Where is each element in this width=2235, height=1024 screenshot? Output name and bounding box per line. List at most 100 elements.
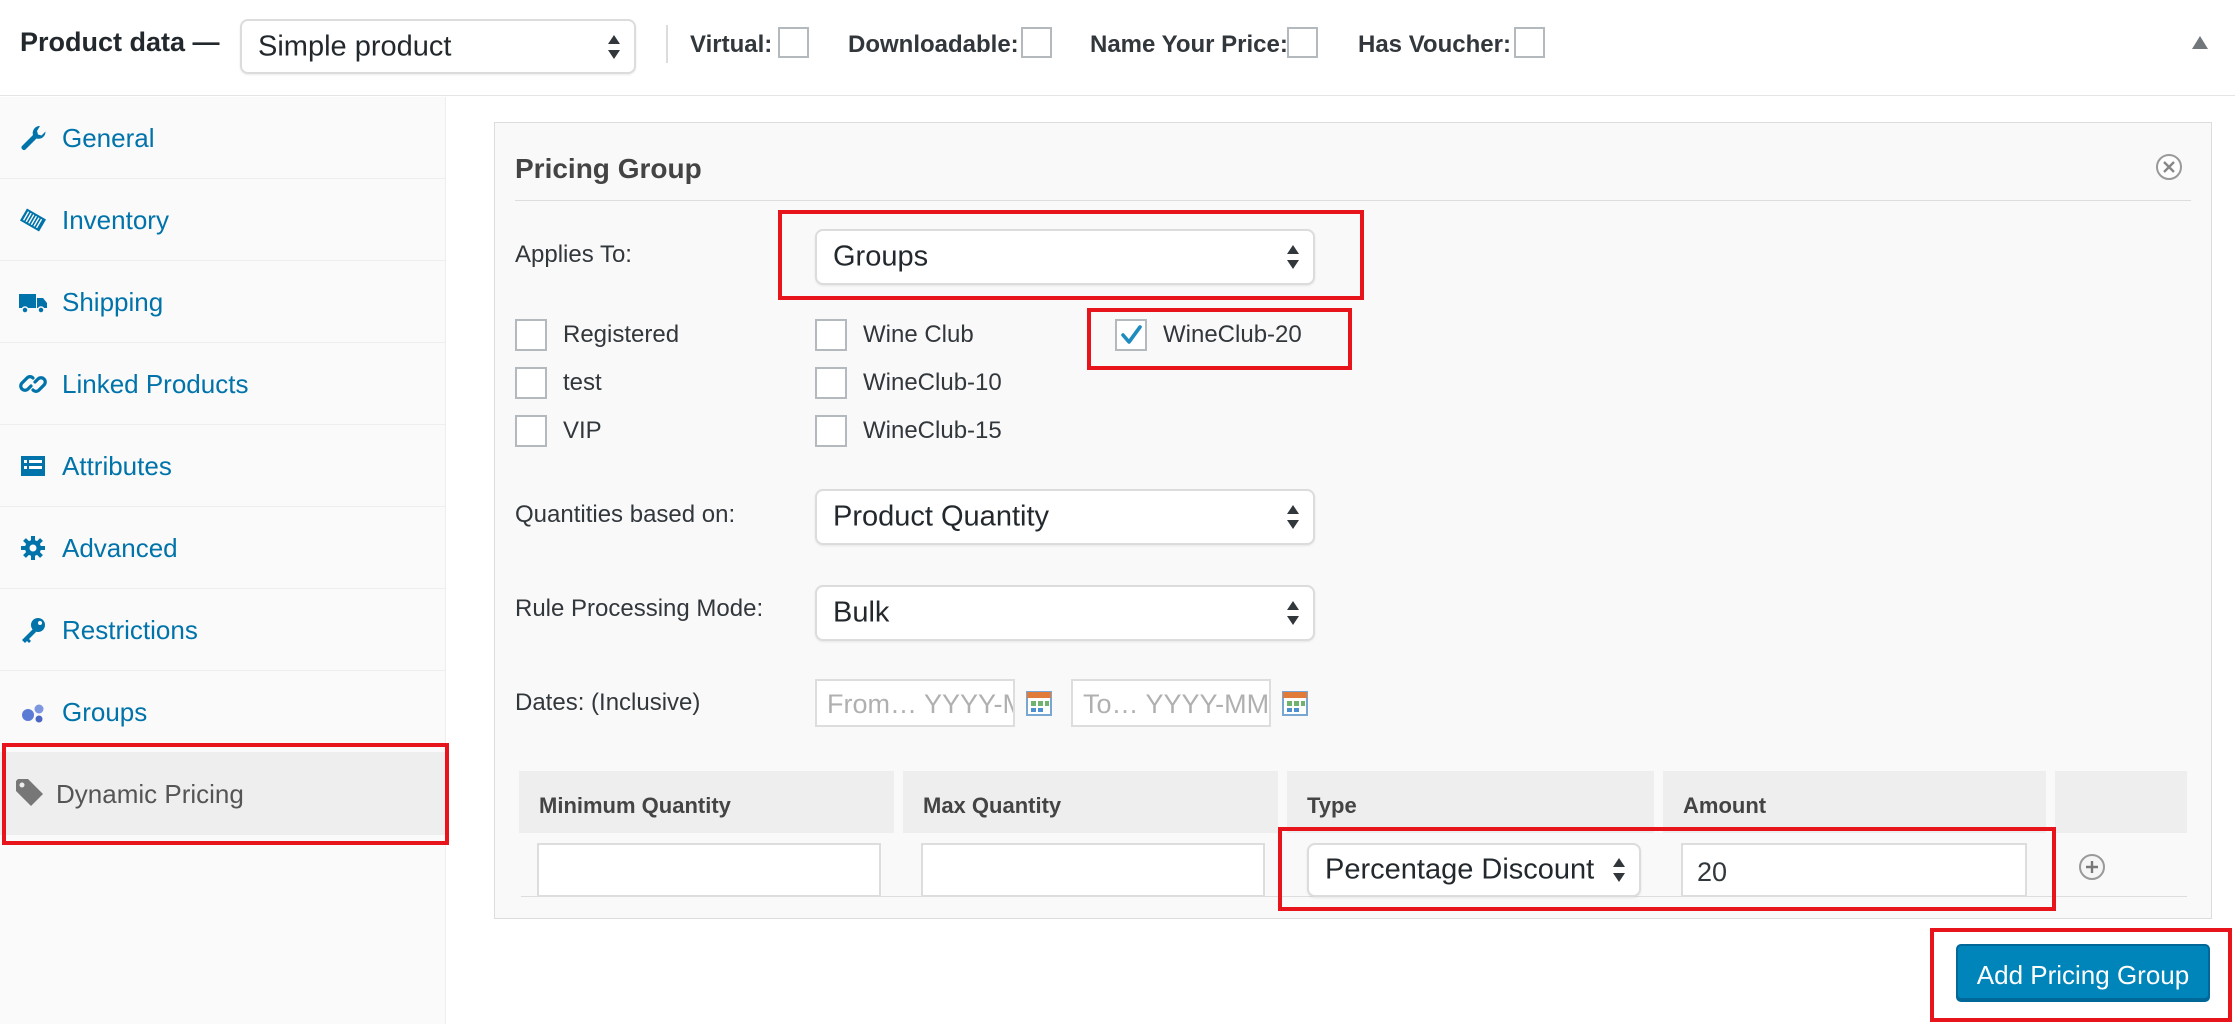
group-checkbox-wine-club[interactable] (815, 319, 847, 351)
groups-icon (22, 704, 44, 723)
add-pricing-group-button[interactable]: Add Pricing Group (1956, 944, 2210, 1000)
tab-advanced-label: Advanced (62, 533, 178, 563)
group-checkbox-test[interactable] (515, 367, 547, 399)
tab-linked-products-label: Linked Products (62, 369, 249, 399)
tab-groups-label: Groups (62, 697, 148, 727)
product-data-header: Product data — Simple product Virtual: D… (0, 0, 2235, 96)
calendar-icon[interactable] (1025, 689, 1053, 717)
date-to-placeholder: To… YYYY-MM-DD (1083, 689, 1270, 719)
discount-type-value: Percentage Discount (1325, 853, 1595, 886)
group-label-wineclub-10: WineClub-10 (863, 369, 1002, 396)
downloadable-checkbox[interactable] (1021, 27, 1052, 58)
tab-attributes-label: Attributes (62, 451, 172, 481)
product-data-tabs: General Inventory Shipping Linked Produc… (0, 97, 446, 1024)
amount-value: 20 (1697, 857, 1728, 887)
tab-groups[interactable]: Groups (0, 671, 445, 753)
select-arrows-icon (1613, 858, 1625, 882)
group-label-wine-club: Wine Club (863, 321, 974, 348)
tab-shipping[interactable]: Shipping (0, 261, 445, 343)
group-checkbox-vip[interactable] (515, 415, 547, 447)
calendar-icon[interactable] (1281, 689, 1309, 717)
select-arrows-icon (1287, 601, 1299, 625)
rule-processing-mode-value: Bulk (833, 596, 890, 629)
column-header-type: Type (1287, 771, 1654, 833)
link-icon (19, 375, 47, 393)
tab-general-label: General (62, 123, 155, 153)
select-arrows-icon (1287, 245, 1299, 269)
name-your-price-checkbox[interactable] (1287, 27, 1318, 58)
product-type-select[interactable]: Simple product (240, 19, 636, 74)
applies-to-value: Groups (833, 240, 929, 273)
pricing-group-title: Pricing Group (515, 153, 702, 184)
quantities-based-on-value: Product Quantity (833, 500, 1049, 533)
virtual-label: Virtual: (690, 31, 773, 58)
tab-linked-products[interactable]: Linked Products (0, 343, 445, 425)
group-checkbox-registered[interactable] (515, 319, 547, 351)
wrench-icon (21, 125, 46, 150)
tab-inventory-label: Inventory (62, 205, 169, 235)
column-header-type-label: Type (1307, 793, 1357, 818)
column-header-amount-label: Amount (1683, 793, 1767, 818)
applies-to-select[interactable]: Groups (815, 229, 1315, 285)
virtual-checkbox[interactable] (778, 27, 809, 58)
tab-dynamic-pricing-label: Dynamic Pricing (56, 779, 244, 809)
name-your-price-label: Name Your Price: (1090, 31, 1288, 58)
select-arrows-icon (1287, 505, 1299, 529)
column-header-min-qty: Minimum Quantity (519, 771, 894, 833)
tab-shipping-label: Shipping (62, 287, 164, 317)
product-type-value: Simple product (258, 30, 452, 62)
key-icon (22, 618, 45, 643)
column-header-max-qty-label: Max Quantity (923, 793, 1062, 818)
tag-icon (19, 208, 47, 232)
group-label-wineclub-20: WineClub-20 (1163, 321, 1302, 348)
group-checkbox-wineclub-15[interactable] (815, 415, 847, 447)
tab-restrictions[interactable]: Restrictions (0, 589, 445, 671)
group-label-vip: VIP (563, 417, 602, 444)
discount-type-select[interactable]: Percentage Discount (1307, 843, 1641, 897)
rule-processing-mode-select[interactable]: Bulk (815, 585, 1315, 641)
group-checkbox-wineclub-20[interactable] (1115, 319, 1147, 351)
column-header-max-qty: Max Quantity (903, 771, 1278, 833)
add-pricing-group-label: Add Pricing Group (1976, 960, 2190, 990)
column-header-min-qty-label: Minimum Quantity (539, 793, 731, 818)
price-tag-icon (16, 779, 43, 806)
list-icon (21, 456, 45, 476)
panel-title-divider (515, 200, 2191, 201)
min-quantity-input[interactable] (537, 843, 881, 897)
group-label-test: test (563, 369, 602, 396)
date-from-placeholder: From… YYYY-MM-DD (827, 689, 1013, 719)
applies-to-label: Applies To: (515, 241, 632, 268)
product-data-title: Product data — (20, 27, 220, 57)
has-voucher-checkbox[interactable] (1514, 27, 1545, 58)
tab-restrictions-label: Restrictions (62, 615, 198, 645)
pricing-group-panel: Pricing Group Applies To: Groups Registe… (494, 122, 2212, 919)
dates-label: Dates: (Inclusive) (515, 689, 701, 716)
tab-attributes[interactable]: Attributes (0, 425, 445, 507)
quantities-based-on-label: Quantities based on: (515, 501, 736, 528)
tab-dynamic-pricing[interactable]: Dynamic Pricing (0, 753, 445, 835)
select-arrows-icon (608, 34, 620, 59)
remove-group-icon[interactable] (2155, 153, 2183, 181)
group-label-wineclub-15: WineClub-15 (863, 417, 1002, 444)
tab-advanced[interactable]: Advanced (0, 507, 445, 589)
date-from-input[interactable]: From… YYYY-MM-DD (815, 679, 1015, 727)
has-voucher-label: Has Voucher: (1358, 31, 1511, 58)
group-label-registered: Registered (563, 321, 680, 348)
date-to-input[interactable]: To… YYYY-MM-DD (1071, 679, 1271, 727)
header-divider (666, 25, 668, 63)
gear-icon (21, 536, 45, 560)
add-row-icon[interactable] (2078, 853, 2106, 881)
truck-icon (19, 294, 47, 314)
column-header-actions (2055, 771, 2187, 833)
max-quantity-input[interactable] (921, 843, 1265, 897)
column-header-amount: Amount (1663, 771, 2046, 833)
group-checkbox-wineclub-10[interactable] (815, 367, 847, 399)
tab-general[interactable]: General (0, 97, 445, 179)
quantities-based-on-select[interactable]: Product Quantity (815, 489, 1315, 545)
tab-inventory[interactable]: Inventory (0, 179, 445, 261)
rule-processing-mode-label: Rule Processing Mode: (515, 595, 764, 622)
amount-input[interactable]: 20 (1681, 843, 2027, 897)
checkmark-icon (1121, 325, 1142, 344)
collapse-toggle-icon[interactable] (2192, 36, 2208, 49)
downloadable-label: Downloadable: (848, 31, 1019, 58)
